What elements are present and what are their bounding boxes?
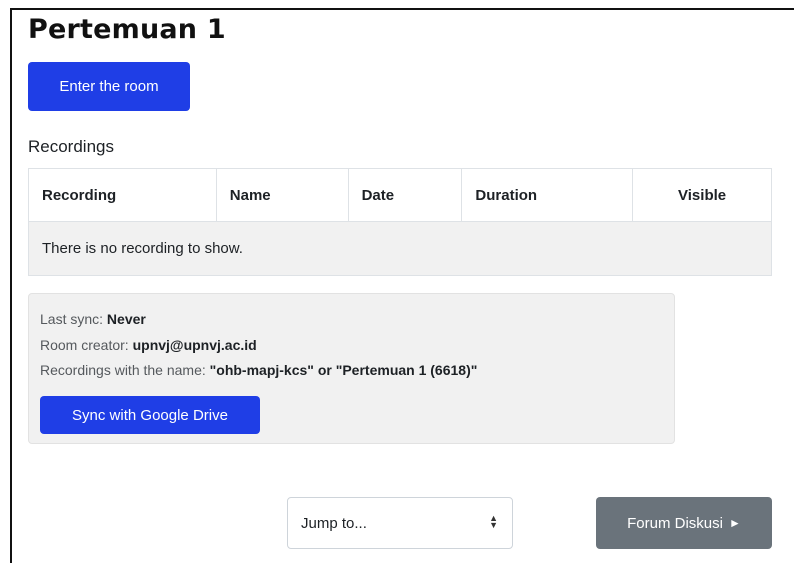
jump-to-value: Jump to... bbox=[301, 514, 367, 532]
sync-google-drive-button[interactable]: Sync with Google Drive bbox=[40, 396, 260, 434]
column-header-duration[interactable]: Duration bbox=[461, 168, 634, 222]
next-activity-label: Forum Diskusi bbox=[627, 514, 723, 532]
column-header-date[interactable]: Date bbox=[347, 168, 463, 222]
frame-border-left bbox=[10, 8, 12, 563]
column-header-name[interactable]: Name bbox=[215, 168, 349, 222]
room-creator-value: upnvj@upnvj.ac.id bbox=[132, 337, 257, 353]
recordings-table: Recording Name Date Duration Visible The… bbox=[28, 168, 772, 276]
recordings-name-label: Recordings with the name: bbox=[40, 362, 210, 378]
jump-to-select[interactable]: Jump to... ▲ ▼ bbox=[287, 497, 513, 549]
frame-border-top bbox=[10, 8, 794, 10]
table-row: There is no recording to show. bbox=[28, 221, 772, 276]
sync-panel: Last sync: Never Room creator: upnvj@upn… bbox=[28, 293, 675, 444]
room-creator-line: Room creator: upnvj@upnvj.ac.id bbox=[40, 337, 257, 353]
recordings-heading: Recordings bbox=[28, 137, 114, 156]
recordings-name-line: Recordings with the name: "ohb-mapj-kcs"… bbox=[40, 362, 477, 378]
recordings-name-value: "ohb-mapj-kcs" or "Pertemuan 1 (6618)" bbox=[209, 362, 478, 378]
select-arrows-icon: ▲ ▼ bbox=[489, 513, 498, 530]
play-right-icon: ► bbox=[728, 516, 741, 530]
room-creator-label: Room creator: bbox=[40, 337, 133, 353]
page-title: Pertemuan 1 bbox=[28, 14, 226, 45]
next-activity-button[interactable]: Forum Diskusi ► bbox=[596, 497, 772, 549]
last-sync-line: Last sync: Never bbox=[40, 311, 146, 327]
last-sync-value: Never bbox=[106, 311, 146, 327]
enter-room-button[interactable]: Enter the room bbox=[28, 62, 190, 111]
page: Pertemuan 1 Enter the room Recordings Re… bbox=[0, 0, 794, 563]
column-header-recording[interactable]: Recording bbox=[28, 168, 217, 222]
empty-recordings-message: There is no recording to show. bbox=[28, 221, 772, 276]
column-header-visible[interactable]: Visible bbox=[632, 168, 772, 222]
last-sync-label: Last sync: bbox=[40, 311, 107, 327]
table-header-row: Recording Name Date Duration Visible bbox=[28, 168, 772, 222]
